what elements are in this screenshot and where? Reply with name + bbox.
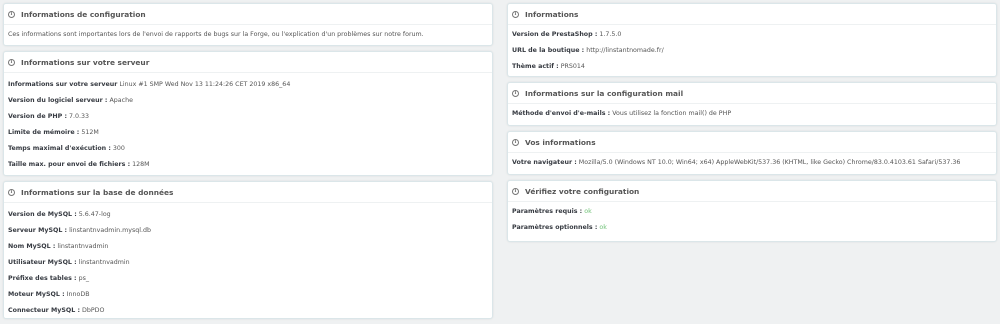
row-label: Préfixe des tables : bbox=[8, 275, 77, 282]
row-label: Version de PHP : bbox=[8, 113, 67, 120]
row-value: InnoDB bbox=[66, 291, 90, 298]
row-label: Informations sur votre serveur bbox=[8, 81, 118, 88]
panel-title: Informations sur votre serveur bbox=[21, 57, 150, 67]
info-circle-icon: i bbox=[512, 187, 519, 195]
row-label: Version de MySQL : bbox=[8, 211, 77, 218]
row-value: ps_ bbox=[78, 275, 90, 282]
config-info-panel: i Informations de configuration Ces info… bbox=[3, 3, 493, 46]
check-row: Paramètres requis : ok bbox=[512, 204, 992, 220]
info-row: URL de la boutique : http://linstantnoma… bbox=[512, 43, 992, 59]
db-row: Serveur MySQL : linstantnvadmin.mysql.db bbox=[8, 223, 488, 239]
server-row: Informations sur votre serveur Linux #1 … bbox=[8, 77, 488, 93]
server-row: Taille max. pour envoi de fichiers : 128… bbox=[8, 157, 488, 173]
row-label: Serveur MySQL : bbox=[8, 227, 68, 234]
db-row: Nom MySQL : linstantnvadmin bbox=[8, 239, 488, 255]
row-label: Limite de mémoire : bbox=[8, 129, 80, 136]
row-label: Nom MySQL : bbox=[8, 243, 56, 250]
panel-title: Informations sur la base de données bbox=[21, 187, 174, 197]
info-circle-icon: i bbox=[512, 89, 519, 97]
row-label: Temps maximal d'exécution : bbox=[8, 145, 111, 152]
server-row: Version de PHP : 7.0.33 bbox=[8, 109, 488, 125]
panel-header: i Informations sur la configuration mail bbox=[508, 83, 996, 104]
row-label: Version de PrestaShop : bbox=[512, 31, 598, 38]
info-circle-icon: i bbox=[8, 58, 15, 66]
config-page: i Informations de configuration Ces info… bbox=[0, 0, 1000, 322]
status-ok: ok bbox=[599, 224, 607, 231]
info-row: Version de PrestaShop : 1.7.5.0 bbox=[512, 27, 992, 43]
row-label: Version du logiciel serveur : bbox=[8, 97, 108, 104]
row-value: Vous utilisez la fonction mail() de PHP bbox=[612, 110, 732, 117]
db-row: Utilisateur MySQL : linstantnvadmin bbox=[8, 255, 488, 271]
config-info-text: Ces informations sont importantes lors d… bbox=[8, 31, 424, 38]
status-ok: ok bbox=[584, 208, 592, 215]
row-label: Méthode d'envoi d'e-mails : bbox=[512, 110, 611, 117]
row-value: Linux #1 SMP Wed Nov 13 11:24:26 CET 201… bbox=[119, 81, 291, 88]
info-circle-icon: i bbox=[8, 188, 15, 196]
server-row: Limite de mémoire : 512M bbox=[8, 125, 488, 141]
row-value: linstantnvadmin bbox=[78, 259, 130, 266]
panel-header: i Informations de configuration bbox=[4, 4, 492, 25]
general-info-panel: i Informations Version de PrestaShop : 1… bbox=[507, 3, 997, 77]
panel-title: Informations sur la configuration mail bbox=[525, 88, 684, 98]
panel-header: i Informations bbox=[508, 4, 996, 25]
row-label: Paramètres optionnels : bbox=[512, 224, 598, 231]
panel-title: Vos informations bbox=[525, 137, 596, 147]
panel-title: Informations bbox=[525, 9, 579, 19]
row-value: Apache bbox=[109, 97, 133, 104]
panel-header: i Vérifiez votre configuration bbox=[508, 181, 996, 202]
check-config-panel: i Vérifiez votre configuration Paramètre… bbox=[507, 180, 997, 242]
row-label: Thème actif : bbox=[512, 63, 559, 70]
row-value: 512M bbox=[81, 129, 99, 136]
row-value: 7.0.33 bbox=[69, 113, 90, 120]
right-column: i Informations Version de PrestaShop : 1… bbox=[507, 3, 997, 247]
panel-header: i Informations sur la base de données bbox=[4, 182, 492, 203]
info-circle-icon: i bbox=[512, 138, 519, 146]
db-row: Préfixe des tables : ps_ bbox=[8, 271, 488, 287]
info-row: Thème actif : PRS014 bbox=[512, 59, 992, 75]
database-info-panel: i Informations sur la base de données Ve… bbox=[3, 181, 493, 319]
row-label: Votre navigateur : bbox=[512, 159, 577, 166]
row-label: Connecteur MySQL : bbox=[8, 307, 80, 314]
mail-row: Méthode d'envoi d'e-mails : Vous utilise… bbox=[512, 106, 992, 122]
row-value: DbPDO bbox=[81, 307, 105, 314]
left-column: i Informations de configuration Ces info… bbox=[3, 3, 493, 324]
db-row: Moteur MySQL : InnoDB bbox=[8, 287, 488, 303]
server-row: Temps maximal d'exécution : 300 bbox=[8, 141, 488, 157]
row-label: Taille max. pour envoi de fichiers : bbox=[8, 161, 131, 168]
info-circle-icon: i bbox=[8, 10, 15, 18]
row-label: Paramètres requis : bbox=[512, 208, 583, 215]
row-value: linstantnvadmin bbox=[57, 243, 109, 250]
row-value: 1.7.5.0 bbox=[599, 31, 622, 38]
server-info-panel: i Informations sur votre serveur Informa… bbox=[3, 51, 493, 176]
row-value: PRS014 bbox=[560, 63, 585, 70]
browser-row: Votre navigateur : Mozilla/5.0 (Windows … bbox=[512, 155, 992, 171]
db-row: Connecteur MySQL : DbPDO bbox=[8, 303, 488, 319]
row-label: Moteur MySQL : bbox=[8, 291, 65, 298]
row-value: 5.6.47-log bbox=[78, 211, 111, 218]
row-value: http://linstantnomade.fr/ bbox=[586, 47, 664, 54]
db-row: Version de MySQL : 5.6.47-log bbox=[8, 207, 488, 223]
mail-config-panel: i Informations sur la configuration mail… bbox=[507, 82, 997, 126]
row-value: Mozilla/5.0 (Windows NT 10.0; Win64; x64… bbox=[578, 159, 961, 166]
panel-title: Informations de configuration bbox=[21, 9, 146, 19]
your-info-panel: i Vos informations Votre navigateur : Mo… bbox=[507, 131, 997, 175]
row-value: 128M bbox=[132, 161, 150, 168]
info-circle-icon: i bbox=[512, 10, 519, 18]
row-value: linstantnvadmin.mysql.db bbox=[69, 227, 151, 234]
server-row: Version du logiciel serveur : Apache bbox=[8, 93, 488, 109]
row-label: URL de la boutique : bbox=[512, 47, 585, 54]
panel-header: i Vos informations bbox=[508, 132, 996, 153]
panel-header: i Informations sur votre serveur bbox=[4, 52, 492, 73]
check-row: Paramètres optionnels : ok bbox=[512, 220, 992, 236]
row-value: 300 bbox=[112, 145, 125, 152]
panel-title: Vérifiez votre configuration bbox=[525, 186, 640, 196]
row-label: Utilisateur MySQL : bbox=[8, 259, 77, 266]
